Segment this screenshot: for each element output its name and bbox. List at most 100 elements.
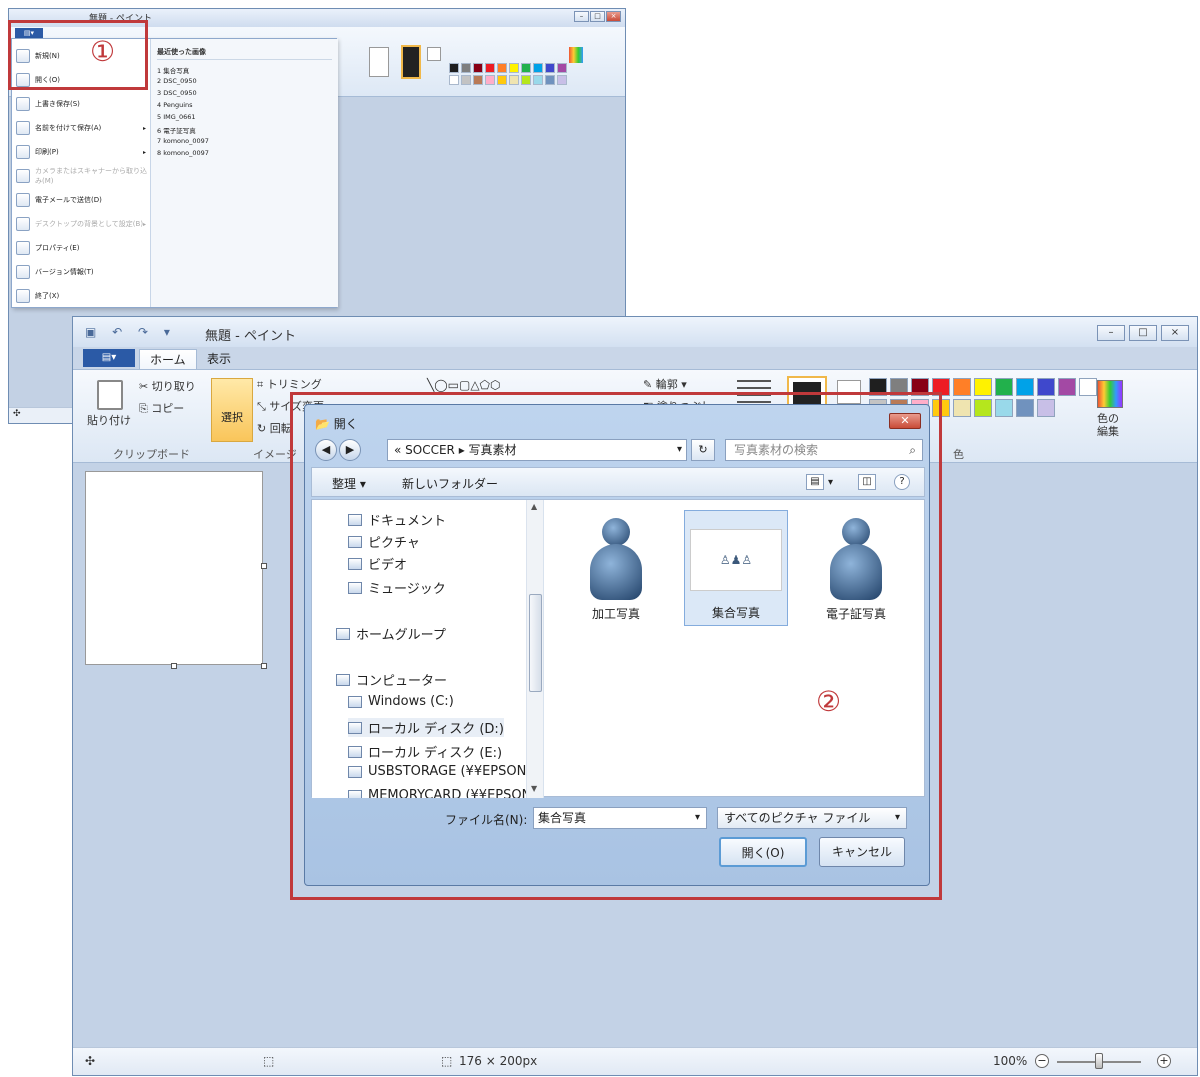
palette-swatch[interactable] bbox=[974, 378, 992, 396]
palette-swatch[interactable] bbox=[473, 63, 483, 73]
selection-size-icon: ⬚ bbox=[263, 1054, 275, 1068]
file-tab[interactable]: ▤▾ bbox=[83, 349, 135, 367]
window-title: 無題 - ペイント bbox=[205, 329, 296, 344]
menu-item[interactable]: 電子メールで送信(D) bbox=[16, 189, 148, 211]
title-bar: ▣ ↶ ↷ ▾ 無題 - ペイント – □ × bbox=[73, 317, 1197, 347]
menu-item: カメラまたはスキャナーから取り込み(M) bbox=[16, 165, 148, 187]
palette-swatch[interactable] bbox=[509, 63, 519, 73]
palette-swatch[interactable] bbox=[953, 399, 971, 417]
color2-icon[interactable] bbox=[427, 47, 441, 61]
crop-button[interactable]: ⌗ トリミング bbox=[257, 376, 322, 392]
highlight-box-2 bbox=[290, 392, 942, 900]
move-icon: ✣ bbox=[85, 1054, 96, 1068]
menu-item-icon bbox=[16, 97, 30, 111]
palette-swatch[interactable] bbox=[533, 63, 543, 73]
palette-swatch[interactable] bbox=[1037, 399, 1055, 417]
edit-colors-button[interactable]: 色の 編集 bbox=[1097, 412, 1119, 438]
ribbon-tabs: ▤▾ ホーム 表示 bbox=[73, 347, 1197, 369]
palette-swatch[interactable] bbox=[545, 63, 555, 73]
recent-item[interactable]: 8 komono_0097 bbox=[157, 149, 209, 157]
palette-swatch[interactable] bbox=[557, 75, 567, 85]
chevron-right-icon: ▸ bbox=[142, 220, 146, 228]
paint-canvas[interactable] bbox=[85, 471, 263, 665]
callout-number-1: ① bbox=[90, 35, 116, 68]
recent-item[interactable]: 2 DSC_0950 bbox=[157, 77, 197, 85]
recent-item[interactable]: 5 IMG_0661 bbox=[157, 113, 196, 121]
recent-item[interactable]: 6 電子証写真 bbox=[157, 125, 196, 135]
outline-button[interactable]: ✎ 輪郭 ▾ bbox=[643, 376, 687, 392]
line-width-icon[interactable] bbox=[369, 47, 389, 77]
minimize-button[interactable]: – bbox=[1097, 325, 1125, 341]
recent-item[interactable]: 1 集合写真 bbox=[157, 65, 189, 75]
palette-swatch[interactable] bbox=[485, 75, 495, 85]
palette-swatch[interactable] bbox=[995, 399, 1013, 417]
edit-colors-icon[interactable] bbox=[569, 47, 583, 63]
zoom-out-button[interactable]: − bbox=[1035, 1054, 1049, 1068]
palette-swatch[interactable] bbox=[545, 75, 555, 85]
recent-item[interactable]: 4 Penguins bbox=[157, 101, 193, 109]
minimize-button[interactable]: – bbox=[574, 11, 589, 22]
palette-swatch[interactable] bbox=[995, 378, 1013, 396]
resize-handle-bottom[interactable] bbox=[171, 663, 177, 669]
menu-item-icon bbox=[16, 121, 30, 135]
palette-swatch[interactable] bbox=[485, 63, 495, 73]
colors-group-label: 色 bbox=[953, 448, 964, 461]
close-button[interactable]: × bbox=[1161, 325, 1189, 341]
select-button[interactable]: 選択 bbox=[211, 378, 253, 442]
palette-swatch[interactable] bbox=[533, 75, 543, 85]
palette-swatch[interactable] bbox=[497, 75, 507, 85]
menu-item-label: プロパティ(E) bbox=[35, 244, 80, 252]
palette-swatch[interactable] bbox=[1016, 378, 1034, 396]
palette-swatch[interactable] bbox=[1037, 378, 1055, 396]
menu-item[interactable]: 名前を付けて保存(A) ▸ bbox=[16, 117, 148, 139]
quick-access-toolbar[interactable]: ▣ ↶ ↷ ▾ bbox=[85, 325, 176, 339]
resize-handle-right[interactable] bbox=[261, 563, 267, 569]
color1-icon[interactable] bbox=[401, 45, 421, 79]
window-controls: – □ × bbox=[574, 11, 621, 22]
zoom-slider-thumb[interactable] bbox=[1095, 1053, 1103, 1069]
copy-button[interactable]: ⎘ コピー bbox=[139, 400, 184, 416]
tab-home[interactable]: ホーム bbox=[139, 349, 197, 369]
recent-pictures-panel: 最近使った画像 1 集合写真 2 DSC_0950 3 DSC_0950 4 Peng… bbox=[151, 39, 338, 307]
palette-swatch[interactable] bbox=[1079, 378, 1097, 396]
palette-swatch[interactable] bbox=[1016, 399, 1034, 417]
palette-swatch[interactable] bbox=[974, 399, 992, 417]
menu-item[interactable]: 印刷(P) ▸ bbox=[16, 141, 148, 163]
maximize-button[interactable]: □ bbox=[590, 11, 605, 22]
palette-swatch[interactable] bbox=[449, 75, 459, 85]
clipboard-group-label: クリップボード bbox=[113, 448, 190, 461]
palette-swatch[interactable] bbox=[497, 63, 507, 73]
zoom-in-button[interactable]: + bbox=[1157, 1054, 1171, 1068]
rotate-button[interactable]: ↻ 回転 bbox=[257, 420, 292, 436]
highlight-box-1 bbox=[8, 20, 148, 90]
recent-item[interactable]: 3 DSC_0950 bbox=[157, 89, 197, 97]
maximize-button[interactable]: □ bbox=[1129, 325, 1157, 341]
recent-item[interactable]: 7 komono_0097 bbox=[157, 137, 209, 145]
tab-view[interactable]: 表示 bbox=[197, 349, 241, 369]
menu-item-icon bbox=[16, 241, 30, 255]
menu-item[interactable]: 終了(X) bbox=[16, 285, 148, 307]
palette-swatch[interactable] bbox=[557, 63, 567, 73]
menu-item[interactable]: 上書き保存(S) bbox=[16, 93, 148, 115]
close-button[interactable]: × bbox=[606, 11, 621, 22]
menu-item[interactable]: バージョン情報(T) bbox=[16, 261, 148, 283]
palette-swatch[interactable] bbox=[521, 75, 531, 85]
recent-header: 最近使った画像 bbox=[157, 47, 332, 60]
edit-colors-icon[interactable] bbox=[1097, 380, 1123, 408]
palette-swatch[interactable] bbox=[461, 75, 471, 85]
palette-swatch[interactable] bbox=[521, 63, 531, 73]
menu-item: デスクトップの背景として設定(B) ▸ bbox=[16, 213, 148, 235]
menu-item[interactable]: プロパティ(E) bbox=[16, 237, 148, 259]
status-bar: ✣ ⬚ ⬚ 176 × 200px 100% − + bbox=[73, 1047, 1197, 1075]
resize-handle-corner[interactable] bbox=[261, 663, 267, 669]
shapes-gallery[interactable]: ╲◯▭▢△⬠⬡ bbox=[427, 378, 500, 392]
paste-icon[interactable] bbox=[97, 380, 123, 410]
palette-swatch[interactable] bbox=[953, 378, 971, 396]
palette-swatch[interactable] bbox=[449, 63, 459, 73]
palette-swatch[interactable] bbox=[473, 75, 483, 85]
cut-button[interactable]: ✂ 切り取り bbox=[139, 378, 196, 394]
palette-swatch[interactable] bbox=[1058, 378, 1076, 396]
palette-swatch[interactable] bbox=[461, 63, 471, 73]
palette-swatch[interactable] bbox=[509, 75, 519, 85]
paste-button[interactable]: 貼り付け bbox=[87, 412, 131, 428]
